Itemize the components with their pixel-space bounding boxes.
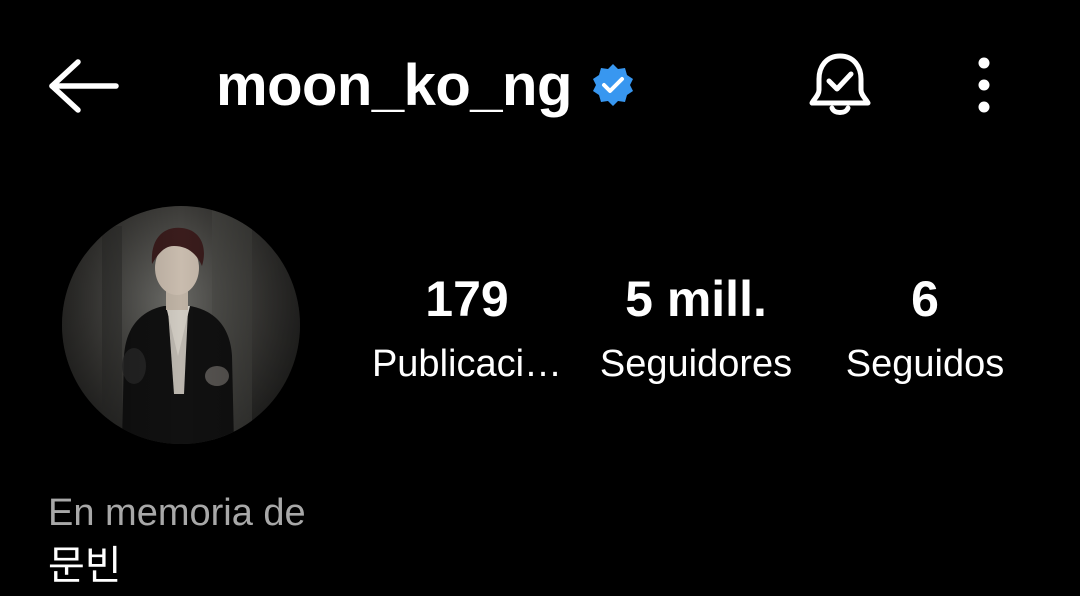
followers-label: Seguidores [599, 343, 793, 385]
verified-badge-icon [590, 62, 636, 108]
top-bar: moon_ko_ng [0, 0, 1080, 176]
more-vertical-icon [978, 57, 990, 113]
back-button[interactable] [44, 54, 124, 118]
profile-photo [62, 206, 300, 444]
arrow-left-icon [49, 59, 119, 113]
avatar[interactable] [62, 206, 300, 444]
stat-posts[interactable]: 179 Publicaci… [360, 264, 574, 394]
bio-line: En memoria de [48, 492, 306, 534]
posts-label: Publicaci… [371, 343, 563, 385]
bio-name: 문빈 [48, 543, 122, 589]
notifications-button[interactable] [804, 50, 876, 122]
stat-following[interactable]: 6 Seguidos [832, 264, 1018, 394]
following-count: 6 [911, 271, 939, 327]
more-options-button[interactable] [962, 52, 1006, 118]
following-label: Seguidos [845, 343, 1005, 385]
followers-count: 5 mill. [625, 271, 767, 327]
posts-count: 179 [425, 271, 509, 327]
bell-check-icon [809, 53, 871, 115]
profile-bio: En memoria de 문빈 [48, 488, 948, 594]
stat-followers[interactable]: 5 mill. Seguidores [586, 264, 806, 394]
profile-username: moon_ko_ng [216, 53, 572, 118]
